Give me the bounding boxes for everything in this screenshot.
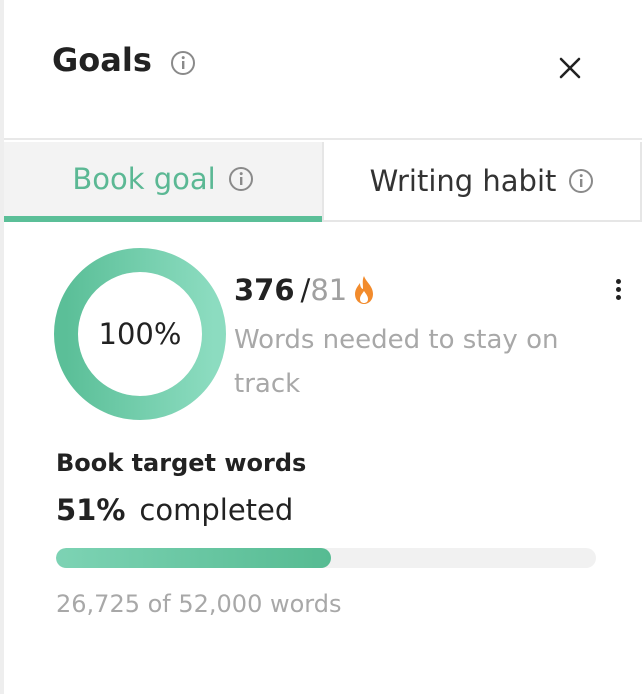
tab-label: Book goal — [72, 162, 216, 196]
info-icon[interactable] — [228, 166, 254, 192]
words-separator: / — [300, 273, 311, 307]
goal-tabs: Book goal Writing habit — [4, 142, 642, 222]
panel-title: Goals — [52, 41, 152, 79]
goals-header: Goals — [4, 0, 642, 140]
book-target-label: Book target words — [56, 449, 307, 477]
more-vertical-icon[interactable] — [604, 276, 632, 306]
flame-icon — [355, 276, 374, 304]
goals-panel: Goals Book goal Writing habit 100% 376 /… — [0, 0, 642, 694]
close-icon[interactable] — [554, 52, 586, 84]
words-summary: 26,725 of 52,000 words — [56, 590, 342, 618]
ring-percent: 100% — [98, 317, 182, 351]
info-icon[interactable] — [568, 168, 594, 194]
words-stats: 376 / 81 — [234, 270, 377, 310]
words-target: 81 — [310, 273, 348, 307]
completion-summary: 51% completed — [56, 490, 293, 530]
book-progress-fill — [56, 548, 332, 568]
more-dot — [615, 295, 621, 300]
words-current: 376 — [234, 273, 295, 307]
completion-percent: 51% — [56, 493, 126, 527]
book-progress-bar — [56, 548, 596, 568]
tab-writing-habit[interactable]: Writing habit — [322, 142, 642, 222]
more-dot — [615, 287, 621, 292]
completion-text: completed — [139, 493, 294, 527]
tab-label: Writing habit — [369, 164, 557, 198]
tab-book-goal[interactable]: Book goal — [4, 142, 322, 222]
more-dot — [615, 279, 621, 284]
words-description: Words needed to stay on track — [234, 325, 559, 399]
info-icon[interactable] — [170, 50, 196, 76]
